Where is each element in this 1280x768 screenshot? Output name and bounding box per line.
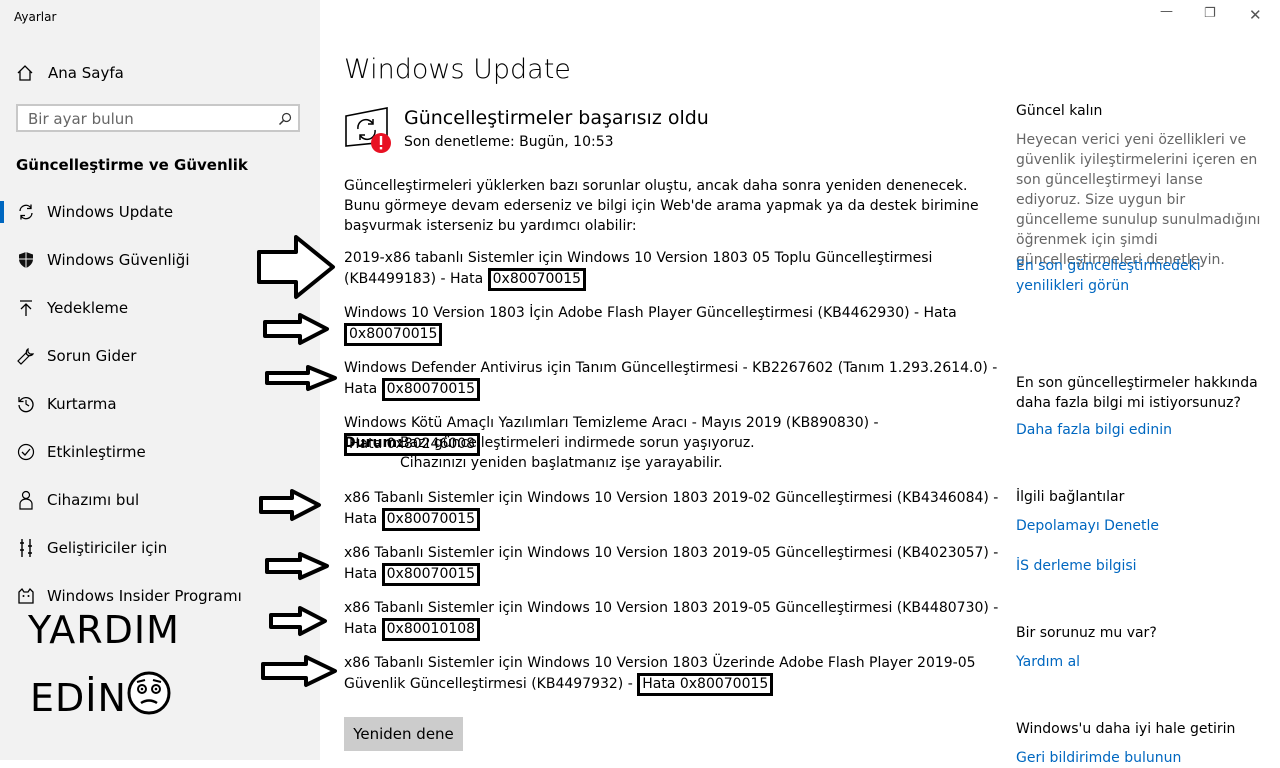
error-code: 0x80070015 (381, 508, 481, 531)
improve-windows-heading: Windows'u daha iyi hale getirin (1016, 721, 1236, 737)
stay-updated-text: Heyecan verici yeni özellikleri ve güven… (1016, 132, 1261, 268)
annotation-arrow-icon (269, 606, 327, 636)
give-feedback-link[interactable]: Geri bildirimde bulunun (1016, 748, 1266, 768)
nav-label: Geliştiriciler için (47, 539, 168, 557)
app-title: Ayarlar (14, 10, 57, 24)
annotation-arrow-icon (261, 655, 337, 687)
backup-arrow-icon (20, 300, 32, 316)
settings-search-box[interactable]: Bir ayar bulun (16, 104, 300, 132)
help-overlay-line2: EDİN (30, 676, 127, 720)
question-heading: Bir sorunuz mu var? (1016, 625, 1157, 641)
page-title: Windows Update (344, 54, 571, 85)
update-item-6: x86 Tabanlı Sistemler için Windows 10 Ve… (344, 543, 999, 586)
error-code: 0x80070015 (381, 378, 481, 401)
intro-text: Güncelleştirmeleri yüklerken bazı sorunl… (344, 178, 979, 234)
insider-cat-icon (18, 587, 34, 604)
nav-label: Etkinleştirme (47, 443, 146, 461)
wrench-icon (17, 347, 35, 365)
related-links-heading: İlgili bağlantılar (1016, 489, 1125, 505)
nav-label: Cihazımı bul (47, 491, 140, 509)
update-item-2: Windows 10 Version 1803 İçin Adobe Flash… (344, 303, 999, 346)
status-label: Durum: (344, 435, 403, 451)
update-item-7: x86 Tabanlı Sistemler için Windows 10 Ve… (344, 598, 999, 641)
check-circle-icon (17, 443, 35, 461)
retry-button[interactable]: Yeniden dene (344, 717, 463, 751)
home-nav[interactable]: Ana Sayfa (16, 62, 124, 84)
update-item-5: x86 Tabanlı Sistemler için Windows 10 Ve… (344, 488, 999, 531)
person-pin-icon (19, 490, 33, 510)
worried-face-icon (127, 671, 171, 715)
annotation-arrow-icon (259, 489, 321, 521)
error-code: 0x80010108 (381, 618, 481, 641)
developer-icon (20, 539, 32, 557)
home-icon (17, 65, 33, 81)
update-text: Windows 10 Version 1803 İçin Adobe Flash… (344, 305, 957, 321)
help-overlay-line1: YARDIM (28, 608, 180, 652)
recovery-icon (18, 397, 34, 413)
nav-activation[interactable]: Etkinleştirme (0, 432, 320, 472)
annotation-arrow-icon (265, 552, 329, 580)
search-placeholder: Bir ayar bulun (28, 110, 134, 128)
shield-icon (19, 252, 33, 268)
get-help-link[interactable]: Yardım al (1016, 652, 1266, 672)
os-build-info-link[interactable]: İS derleme bilgisi (1016, 556, 1266, 576)
nav-label: Windows Update (47, 203, 174, 221)
nav-label: Kurtarma (47, 395, 117, 413)
nav-windows-update[interactable]: Windows Update (0, 192, 320, 232)
update-error-icon (345, 107, 391, 153)
update-item-1: 2019-x86 tabanlı Sistemler için Windows … (344, 248, 999, 291)
nav-label: Windows Insider Programı (47, 587, 242, 605)
annotation-arrow-icon (257, 235, 335, 299)
update-item-8: x86 Tabanlı Sistemler için Windows 10 Ve… (344, 653, 999, 696)
error-code: Hata 0x80070015 (637, 673, 774, 696)
search-icon (278, 112, 292, 126)
update-text: Windows Kötü Amaçlı Yazılımları Temizlem… (344, 415, 879, 431)
home-label: Ana Sayfa (48, 64, 124, 82)
error-code: 0x80070015 (381, 563, 481, 586)
nav-label: Windows Güvenliği (47, 251, 190, 269)
annotation-arrow-icon (265, 365, 337, 391)
section-title: Güncelleştirme ve Güvenlik (16, 156, 248, 174)
status-title: Güncelleştirmeler başarısız oldu (404, 107, 709, 129)
learn-more-link[interactable]: Daha fazla bilgi edinin (1016, 420, 1266, 440)
more-info-heading: En son güncelleştirmeler hakkında daha f… (1016, 375, 1258, 411)
error-code: 0x80070015 (344, 323, 443, 346)
update-item-3: Windows Defender Antivirus için Tanım Gü… (344, 358, 999, 401)
error-code: 0x80070015 (487, 268, 587, 291)
nav-label: Yedekleme (47, 299, 129, 317)
active-indicator (0, 201, 4, 223)
sync-icon (19, 204, 33, 220)
whats-new-link[interactable]: En son güncelleştirmedeki yenilikleri gö… (1016, 256, 1266, 296)
update-text: 2019-x86 tabanlı Sistemler için Windows … (344, 250, 933, 287)
status-detail-text: Bazı güncelleştirmeleri indirmede sorun … (400, 435, 755, 471)
stay-updated-heading: Güncel kalın (1016, 103, 1103, 119)
nav-label: Sorun Gider (47, 347, 137, 365)
minimize-button[interactable]: — (1160, 4, 1173, 19)
status-last-checked: Son denetleme: Bugün, 10:53 (404, 134, 614, 150)
close-button[interactable]: ✕ (1249, 6, 1262, 24)
restore-button[interactable]: ❐ (1204, 6, 1216, 21)
check-storage-link[interactable]: Depolamayı Denetle (1016, 516, 1266, 536)
annotation-arrow-icon (263, 313, 329, 345)
